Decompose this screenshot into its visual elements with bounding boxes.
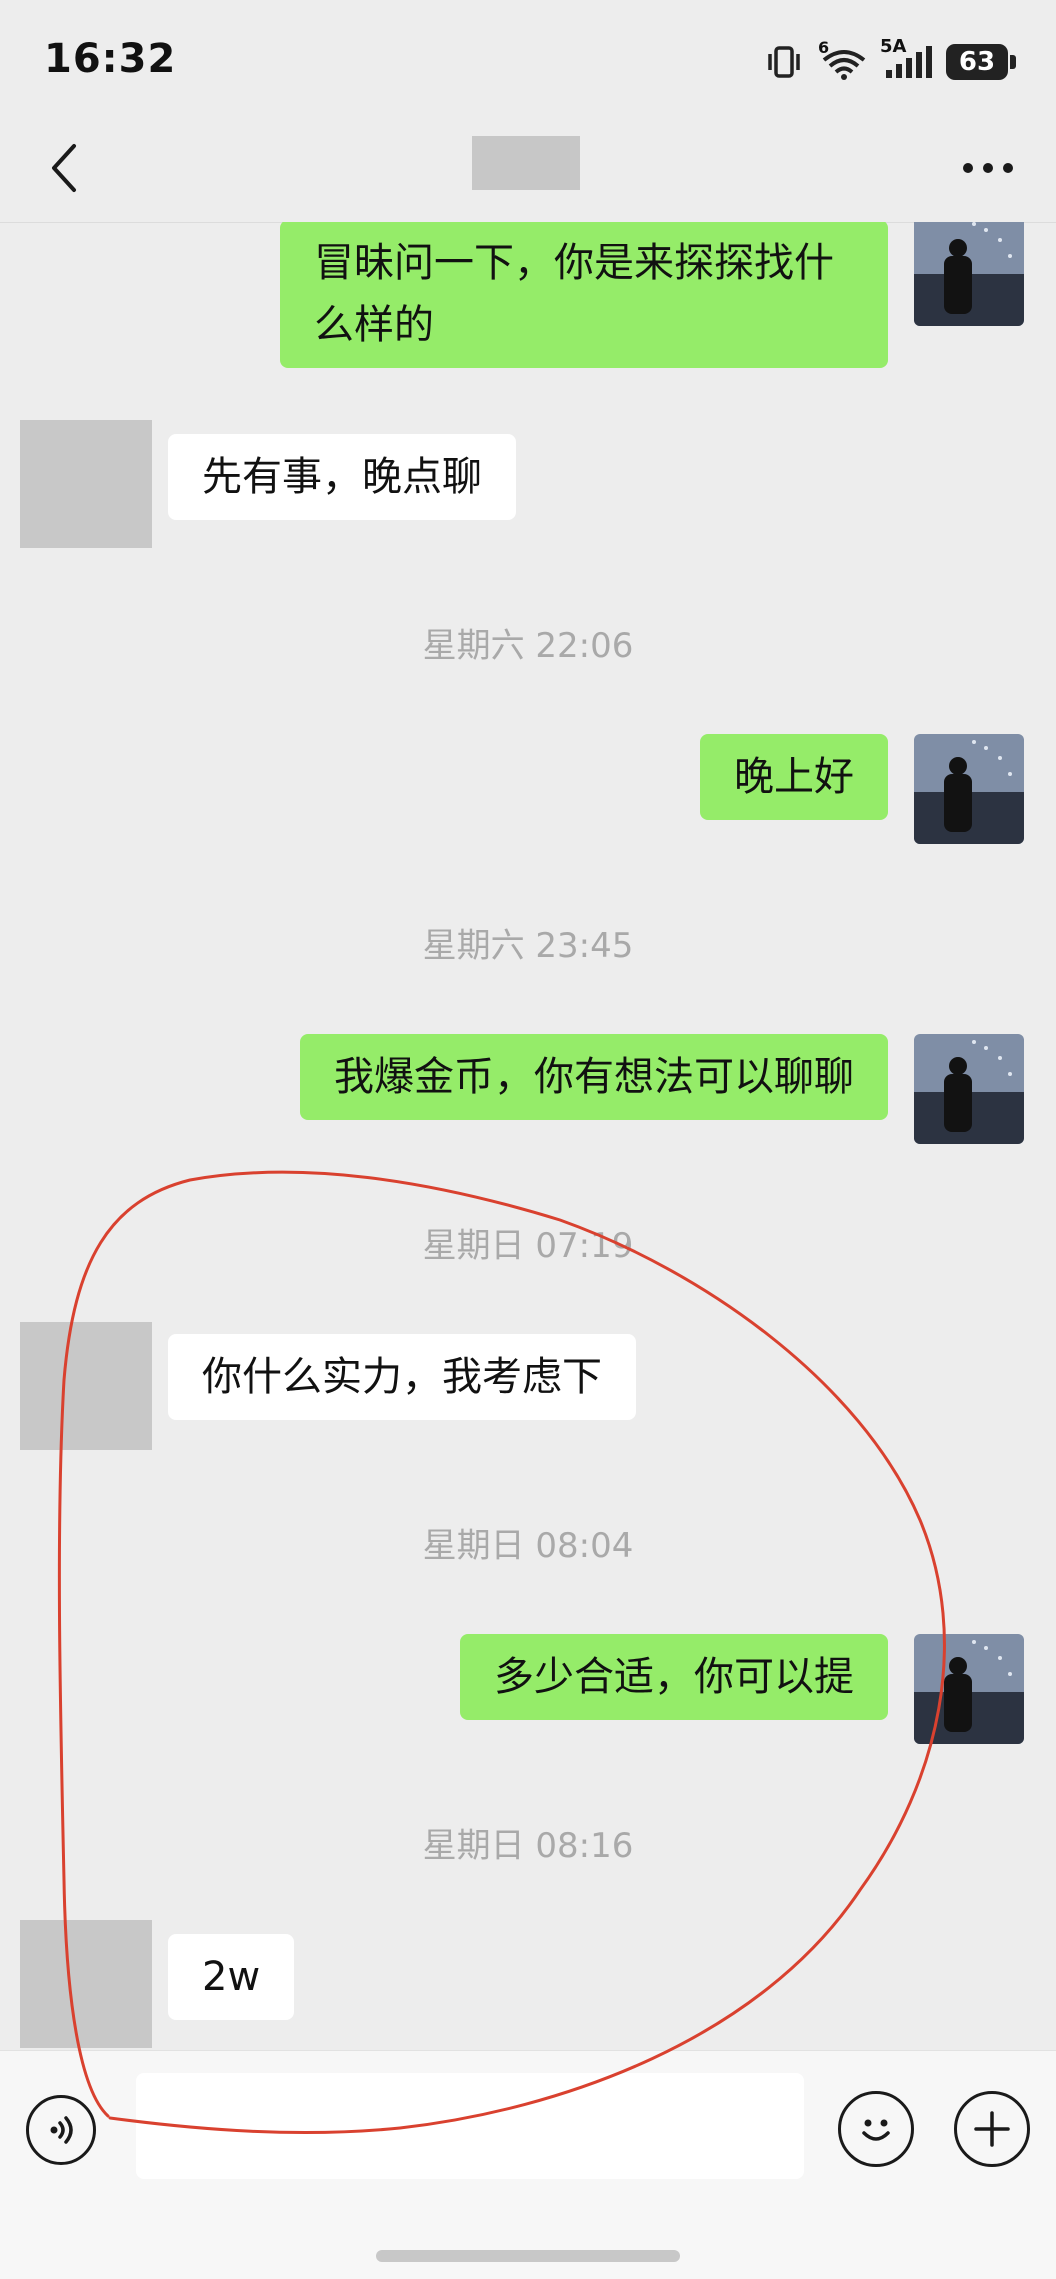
timestamp: 星期六 23:45 [422, 926, 634, 966]
message-text: 先有事，晚点聊 [202, 454, 482, 500]
self-avatar[interactable] [914, 222, 1024, 326]
message-input[interactable] [136, 2073, 804, 2179]
timestamp: 星期日 08:16 [422, 1826, 634, 1866]
battery-icon: 63 [946, 44, 1016, 80]
chat-area[interactable]: 冒昧问一下，你是来探探找什 么样的 先有事，晚点聊 星期六 22:06 晚上好 … [0, 222, 1056, 2050]
home-indicator [376, 2250, 680, 2262]
contact-avatar[interactable] [20, 1920, 152, 2048]
self-avatar[interactable] [914, 1034, 1024, 1144]
emoji-button[interactable] [838, 2091, 914, 2167]
message-text: 我爆金币，你有想法可以聊聊 [334, 1054, 854, 1100]
wifi-badge: 6 [818, 38, 830, 57]
status-icons: 6 5A 63 [764, 36, 1016, 84]
avatar-photo [914, 734, 1024, 844]
voice-button[interactable] [26, 2095, 96, 2165]
timestamp: 星期日 08:04 [422, 1526, 634, 1566]
vibrate-icon [764, 44, 804, 80]
plus-button[interactable] [954, 2091, 1030, 2167]
message-text: 你什么实力，我考虑下 [202, 1354, 602, 1400]
message-bubble-incoming[interactable]: 先有事，晚点聊 [168, 434, 516, 520]
voice-icon [50, 2116, 73, 2144]
message-bubble-outgoing[interactable]: 我爆金币，你有想法可以聊聊 [300, 1034, 888, 1120]
emoji-icon [862, 2119, 890, 2141]
status-bar: 16:32 6 5A 63 [0, 0, 1056, 120]
message-bubble-outgoing[interactable]: 晚上好 [700, 734, 888, 820]
more-dots-icon [963, 163, 1013, 173]
message-text: 晚上好 [734, 754, 854, 800]
status-time: 16:32 [44, 36, 177, 82]
avatar-photo [914, 1034, 1024, 1144]
self-avatar[interactable] [914, 734, 1024, 844]
wifi-icon: 6 [818, 38, 866, 80]
timestamp: 星期六 22:06 [422, 626, 634, 666]
battery-level: 63 [946, 44, 1008, 80]
message-text: 么样的 [314, 302, 434, 348]
plus-icon [974, 2111, 1010, 2147]
network-label: 5A [880, 36, 907, 57]
chevron-left-icon [52, 144, 76, 192]
message-text: 多少合适，你可以提 [494, 1654, 854, 1700]
avatar-photo [914, 1634, 1024, 1744]
message-bubble-incoming[interactable]: 你什么实力，我考虑下 [168, 1334, 636, 1420]
more-button[interactable] [956, 138, 1020, 198]
contact-avatar[interactable] [20, 420, 152, 548]
avatar-photo [914, 222, 1024, 326]
message-bubble-outgoing[interactable]: 多少合适，你可以提 [460, 1634, 888, 1720]
self-avatar[interactable] [914, 1634, 1024, 1744]
timestamp: 星期日 07:19 [422, 1226, 634, 1266]
message-text: 2w [202, 1954, 261, 2000]
input-bar [0, 2050, 1056, 2279]
message-text: 冒昧问一下，你是来探探找什 [314, 240, 834, 286]
signal-icon: 5A [880, 36, 932, 80]
back-button[interactable] [34, 138, 94, 198]
contact-avatar[interactable] [20, 1322, 152, 1450]
nav-bar [0, 120, 1056, 223]
message-bubble-outgoing[interactable]: 冒昧问一下，你是来探探找什 么样的 [280, 222, 888, 368]
message-bubble-incoming[interactable]: 2w [168, 1934, 295, 2020]
chat-title [472, 136, 580, 190]
